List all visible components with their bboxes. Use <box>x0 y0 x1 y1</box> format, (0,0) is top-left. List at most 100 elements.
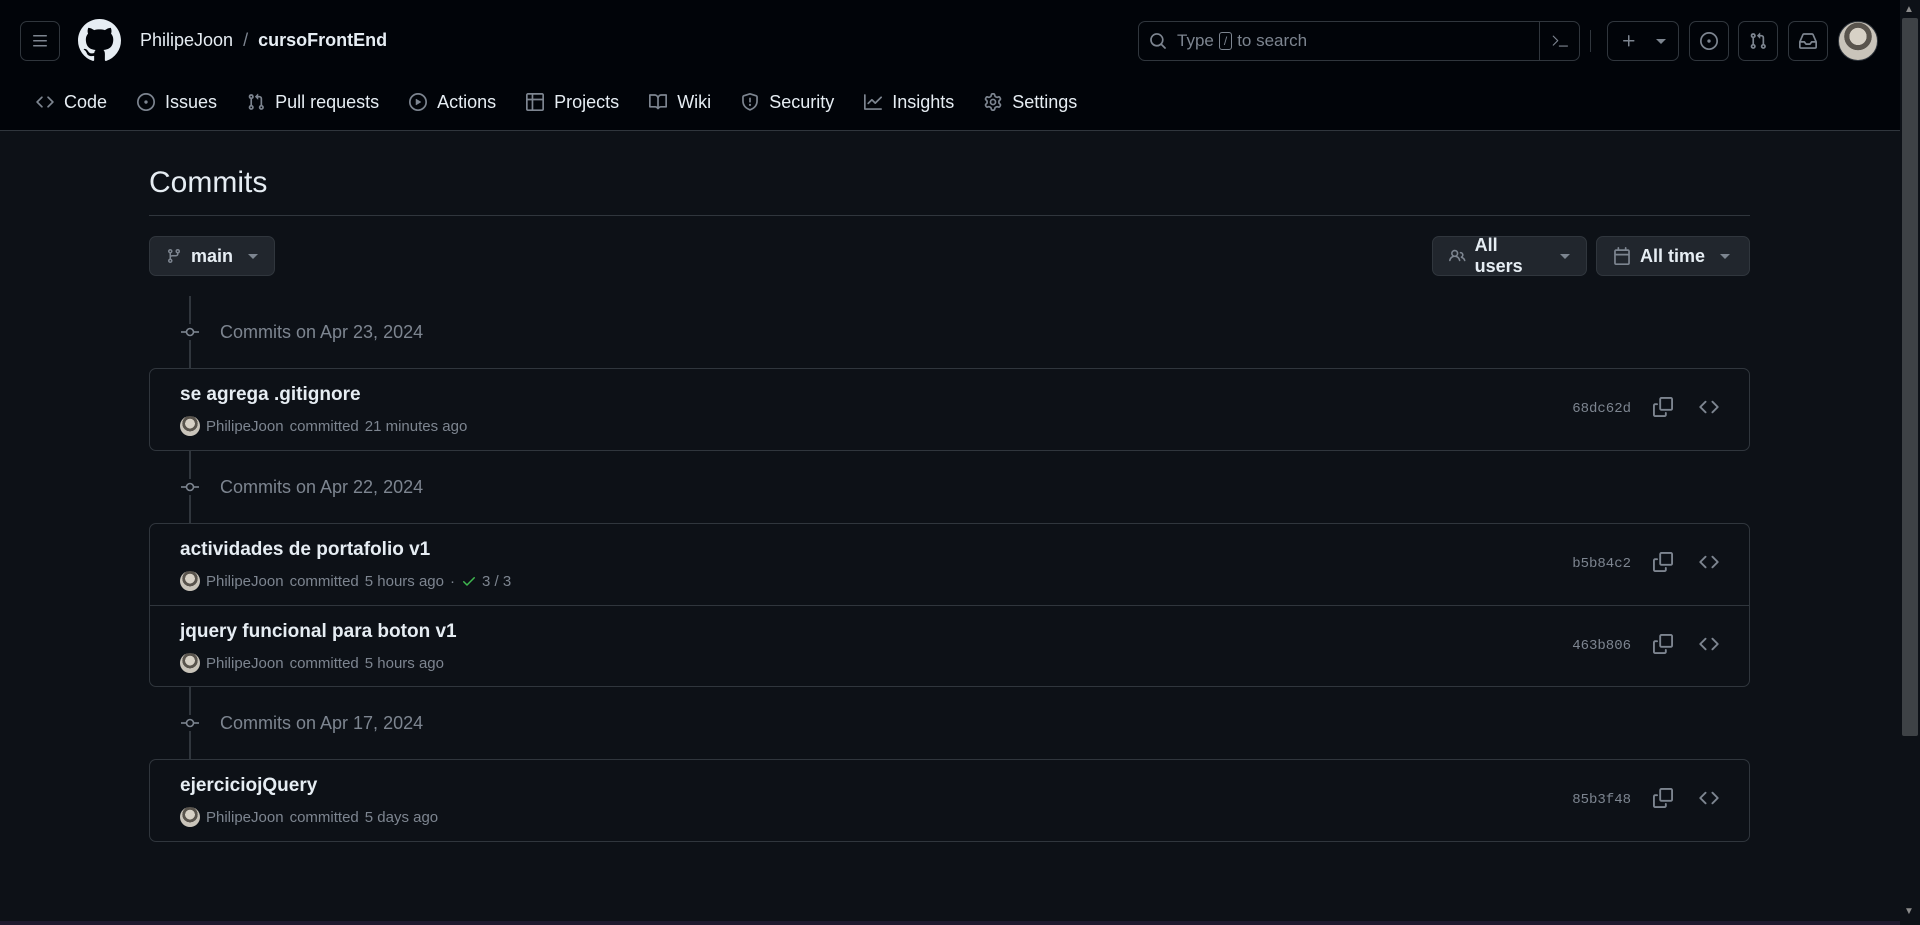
browse-repo-button[interactable] <box>1699 634 1719 654</box>
pull-request-icon <box>1750 32 1766 49</box>
scrollbar-thumb[interactable] <box>1902 18 1918 736</box>
browse-repo-button[interactable] <box>1699 552 1719 572</box>
time-filter-button[interactable]: All time <box>1596 236 1750 276</box>
time-filter-label: All time <box>1640 245 1706 266</box>
search-placeholder-suffix: to search <box>1237 31 1308 50</box>
tab-actions[interactable]: Actions <box>397 84 508 120</box>
top-bar: PhilipeJoon / cursoFrontEnd Type / to se… <box>0 0 1900 82</box>
scroll-up-arrow-icon[interactable]: ▲ <box>1904 4 1914 15</box>
scroll-down-arrow-icon[interactable]: ▼ <box>1904 906 1914 917</box>
filters-bar: main All users All time <box>149 235 1750 296</box>
commit-time: 5 days ago <box>364 808 439 826</box>
inbox-button[interactable] <box>1788 21 1828 61</box>
commit-row: se agrega .gitignore PhilipeJoon committ… <box>150 369 1749 450</box>
browse-repo-button[interactable] <box>1699 397 1719 417</box>
tab-label: Issues <box>165 91 218 112</box>
branch-icon <box>167 249 180 264</box>
gear-icon <box>984 93 1002 111</box>
bottom-edge <box>0 921 1900 925</box>
copy-sha-button[interactable] <box>1653 634 1673 654</box>
commit-title-link[interactable]: actividades de portafolio v1 <box>180 539 430 561</box>
commit-author-link[interactable]: PhilipeJoon <box>206 573 284 590</box>
commit-action: committed <box>289 654 359 672</box>
commit-sha-link[interactable]: 85b3f48 <box>1572 792 1631 808</box>
commit-sha-link[interactable]: 68dc62d <box>1572 401 1631 417</box>
table-icon <box>526 93 545 111</box>
user-avatar[interactable] <box>1838 21 1878 61</box>
tab-pull-requests[interactable]: Pull requests <box>235 84 391 120</box>
terminal-icon <box>1552 35 1568 47</box>
tab-label: Wiki <box>677 91 712 112</box>
commit-title-link[interactable]: se agrega .gitignore <box>180 384 361 406</box>
tab-projects[interactable]: Projects <box>514 84 631 120</box>
commit-title-link[interactable]: ejerciciojQuery <box>180 775 317 797</box>
hamburger-icon <box>33 35 47 47</box>
issue-icon <box>1700 32 1718 50</box>
tab-wiki[interactable]: Wiki <box>637 84 723 120</box>
tab-settings[interactable]: Settings <box>972 84 1089 120</box>
checks-status[interactable]: 3 / 3 <box>461 573 511 590</box>
search-shortcut-key: / <box>1218 32 1233 50</box>
tab-security[interactable]: Security <box>729 84 846 120</box>
header-divider <box>1590 30 1591 52</box>
commit-author-link[interactable]: PhilipeJoon <box>206 809 284 826</box>
search-input[interactable]: Type / to search <box>1138 21 1580 61</box>
copy-sha-button[interactable] <box>1653 397 1673 417</box>
chevron-down-icon <box>1720 253 1731 259</box>
graph-icon <box>864 94 883 110</box>
avatar[interactable] <box>180 571 200 591</box>
menu-button[interactable] <box>20 21 60 61</box>
commit-author-link[interactable]: PhilipeJoon <box>206 655 284 672</box>
commit-meta: PhilipeJoon committed 21 minutes ago <box>180 416 467 436</box>
calendar-icon <box>1614 247 1630 265</box>
commit-group-date: Commits on Apr 17, 2024 <box>220 712 424 733</box>
tab-label: Insights <box>892 91 955 112</box>
command-palette-button[interactable] <box>1539 22 1579 60</box>
git-commit-icon <box>179 479 201 495</box>
shield-icon <box>742 93 759 111</box>
app-header: PhilipeJoon / cursoFrontEnd Type / to se… <box>0 0 1900 131</box>
avatar[interactable] <box>180 653 200 673</box>
tab-issues[interactable]: Issues <box>125 84 229 120</box>
tab-label: Security <box>769 91 835 112</box>
users-filter-button[interactable]: All users <box>1432 235 1587 276</box>
avatar[interactable] <box>180 807 200 827</box>
commit-list: se agrega .gitignore PhilipeJoon committ… <box>149 368 1750 451</box>
copy-sha-button[interactable] <box>1653 552 1673 572</box>
github-logo-icon[interactable] <box>78 19 121 62</box>
tab-code[interactable]: Code <box>24 84 119 120</box>
search-placeholder-prefix: Type <box>1177 31 1214 50</box>
commit-sha-link[interactable]: b5b84c2 <box>1572 556 1631 572</box>
tab-label: Projects <box>554 91 620 112</box>
commit-title-link[interactable]: jquery funcional para boton v1 <box>180 621 457 643</box>
commit-meta: PhilipeJoon committed 5 days ago <box>180 807 438 827</box>
play-icon <box>409 93 428 111</box>
branch-selector[interactable]: main <box>149 236 276 276</box>
chevron-down-icon <box>248 253 259 259</box>
create-new-button[interactable] <box>1607 21 1679 61</box>
tab-label: Actions <box>437 91 497 112</box>
page-title: Commits <box>149 131 1750 216</box>
commit-author-link[interactable]: PhilipeJoon <box>206 418 284 435</box>
commit-group: Commits on Apr 17, 2024 ejerciciojQuery … <box>149 687 1750 842</box>
copy-sha-button[interactable] <box>1653 788 1673 808</box>
chevron-down-icon <box>1655 38 1666 44</box>
commit-meta: PhilipeJoon committed 5 hours ago <box>180 653 444 673</box>
branch-name: main <box>191 245 234 266</box>
browse-repo-button[interactable] <box>1699 788 1719 808</box>
pull-requests-button[interactable] <box>1738 21 1778 61</box>
chevron-down-icon <box>1560 253 1570 259</box>
commit-time: 5 hours ago <box>364 654 444 672</box>
copy-icon <box>1653 634 1673 654</box>
copy-icon <box>1653 788 1673 808</box>
issues-button[interactable] <box>1689 21 1729 61</box>
commit-action: committed <box>289 572 359 590</box>
pull-request-icon <box>248 93 264 110</box>
avatar[interactable] <box>180 416 200 436</box>
commit-sha-link[interactable]: 463b806 <box>1572 638 1631 654</box>
repo-owner-link[interactable]: PhilipeJoon <box>140 30 233 51</box>
search-icon <box>1149 32 1167 50</box>
tab-insights[interactable]: Insights <box>852 84 966 120</box>
commit-time: 21 minutes ago <box>364 417 468 435</box>
repo-name-link[interactable]: cursoFrontEnd <box>258 30 387 51</box>
